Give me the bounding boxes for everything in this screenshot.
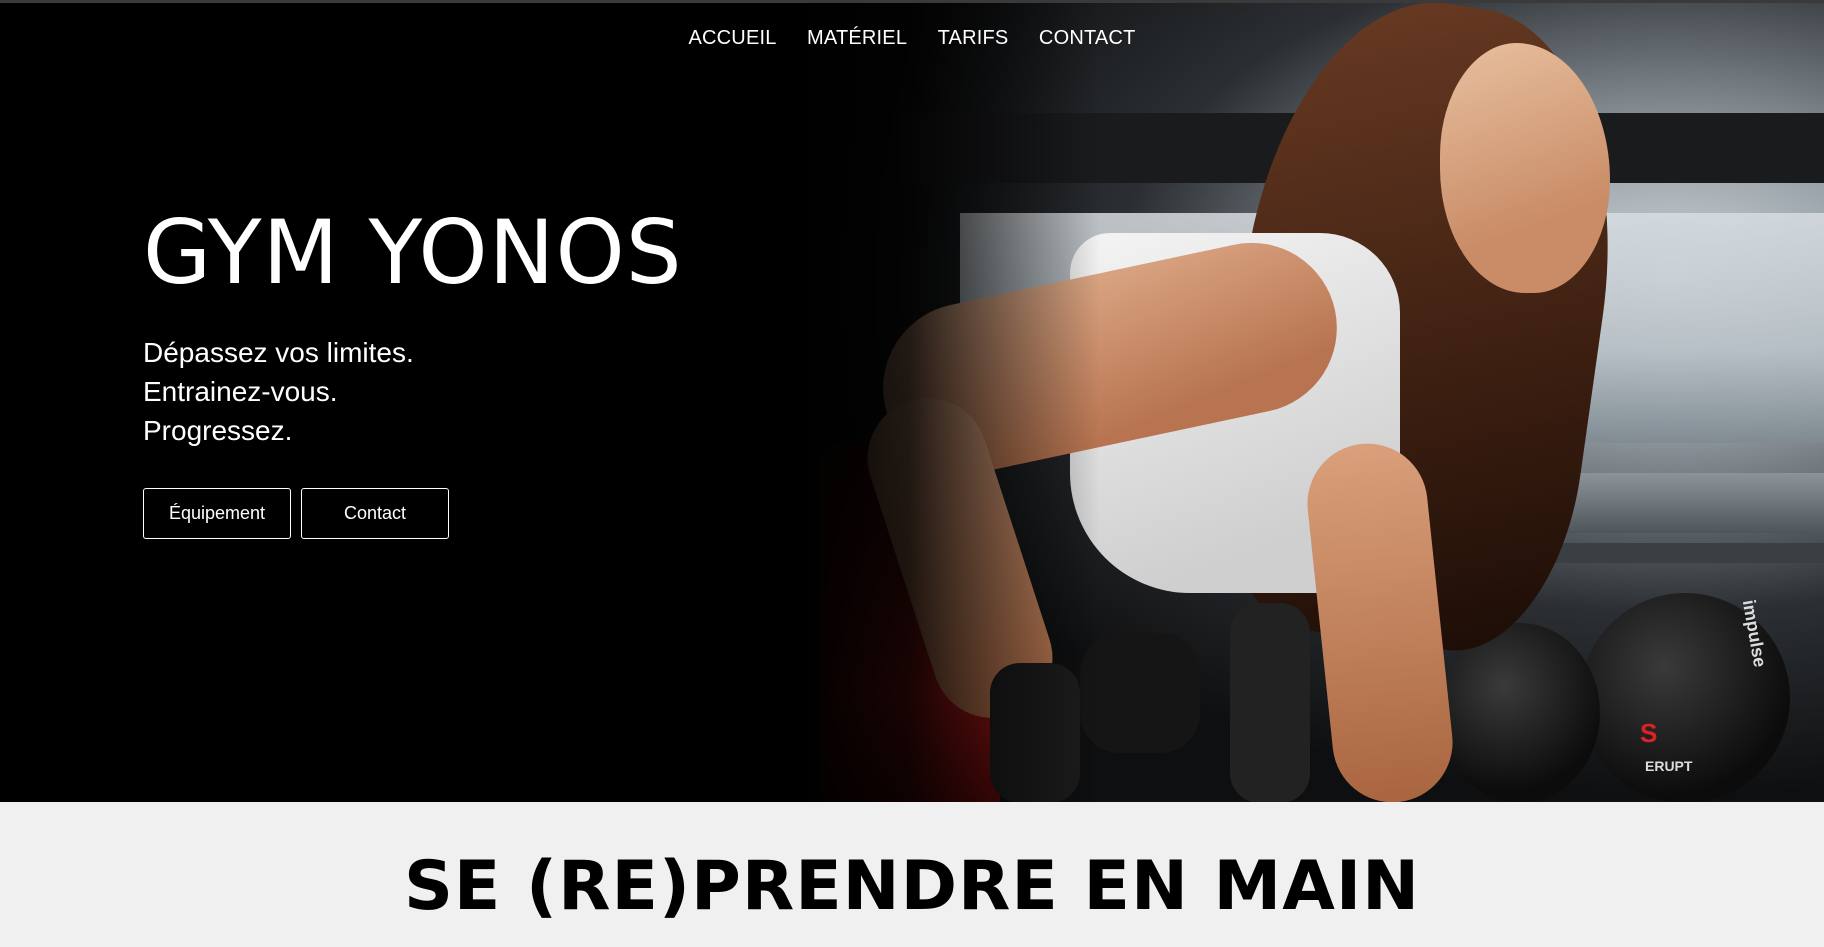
section-title: SE (RE)PRENDRE EN MAIN: [403, 847, 1421, 926]
photo-fade-overlay: [780, 3, 1100, 802]
plate-logo-icon: S: [1640, 718, 1658, 748]
intro-section: SE (RE)PRENDRE EN MAIN: [0, 802, 1824, 947]
plate-brand: ERUPT: [1645, 758, 1693, 774]
contact-button[interactable]: Contact: [301, 488, 449, 539]
athlete-face: [1440, 43, 1610, 293]
hero-tagline: Dépassez vos limites. Entrainez-vous. Pr…: [143, 333, 683, 450]
nav-link-materiel[interactable]: MATÉRIEL: [807, 27, 907, 50]
tagline-line: Progressez.: [143, 415, 293, 446]
dumbbell: [1230, 603, 1310, 802]
hero-section: S ERUPT impulse ACCUEIL MATÉRIEL TARIFS …: [0, 3, 1824, 802]
hero-content: GYM YONOS Dépassez vos limites. Entraine…: [143, 203, 683, 539]
main-nav: ACCUEIL MATÉRIEL TARIFS CONTACT: [0, 27, 1824, 50]
nav-link-tarifs[interactable]: TARIFS: [938, 27, 1009, 50]
hero-title: GYM YONOS: [143, 201, 683, 304]
tagline-line: Entrainez-vous.: [143, 376, 338, 407]
nav-link-accueil[interactable]: ACCUEIL: [688, 27, 776, 50]
nav-link-contact[interactable]: CONTACT: [1039, 27, 1136, 50]
equipement-button[interactable]: Équipement: [143, 488, 291, 539]
hero-buttons: Équipement Contact: [143, 488, 683, 539]
tagline-line: Dépassez vos limites.: [143, 337, 414, 368]
